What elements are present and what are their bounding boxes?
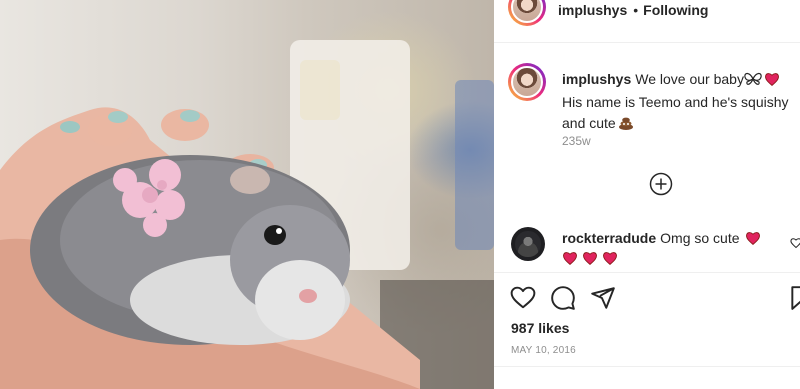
bottom-divider (494, 366, 800, 367)
commenter-username-link[interactable]: rockterradude (562, 230, 656, 246)
save-button[interactable] (790, 285, 800, 311)
comment-like-button[interactable] (790, 236, 800, 249)
red-heart-emoji-icon (764, 71, 780, 92)
post-action-bar (510, 285, 616, 311)
bookmark-icon (791, 286, 800, 310)
red-heart-emoji-icon (582, 251, 598, 269)
caption-timestamp: 235w (562, 134, 591, 148)
heart-outline-icon (790, 238, 800, 249)
comment-item: rockterradude Omg so cute (562, 229, 798, 269)
red-heart-emoji-icon (602, 251, 618, 269)
load-more-comments-button[interactable] (649, 172, 673, 196)
caption-author-avatar[interactable] (508, 63, 546, 101)
post-header: implushys • Following (558, 0, 708, 20)
actions-divider (494, 272, 800, 273)
post-date: MAY 10, 2016 (511, 345, 576, 356)
share-button[interactable] (590, 285, 616, 311)
likes-count[interactable]: 987 likes (511, 320, 569, 336)
author-username-link[interactable]: implushys (558, 2, 627, 18)
post-photo[interactable] (0, 0, 494, 389)
post-side-panel: implushys • Following implushys We love o… (494, 0, 800, 389)
author-avatar[interactable] (508, 0, 546, 26)
red-heart-emoji-icon (562, 251, 578, 269)
post-caption: implushys We love our baby His name is Te… (562, 69, 800, 136)
heart-icon (510, 286, 536, 309)
red-heart-emoji-icon (745, 231, 761, 249)
caption-text-part1: We love our baby (635, 71, 744, 87)
comment-button[interactable] (550, 285, 576, 311)
caption-text-part2: His name is Teemo and he's squishy and c… (562, 94, 789, 131)
header-separator: • (633, 2, 639, 18)
caption-username-link[interactable]: implushys (562, 71, 631, 87)
hamster-in-hand-image (0, 40, 494, 389)
butterfly-emoji-icon (744, 71, 762, 92)
plus-circle-icon (649, 172, 673, 196)
comment-icon (551, 286, 575, 310)
share-icon (591, 287, 615, 309)
comment-text: Omg so cute (660, 230, 740, 246)
poop-emoji-icon (618, 115, 634, 136)
following-button[interactable]: Following (643, 2, 708, 18)
like-button[interactable] (510, 285, 536, 311)
commenter-avatar[interactable] (511, 227, 545, 261)
header-divider (494, 42, 800, 43)
